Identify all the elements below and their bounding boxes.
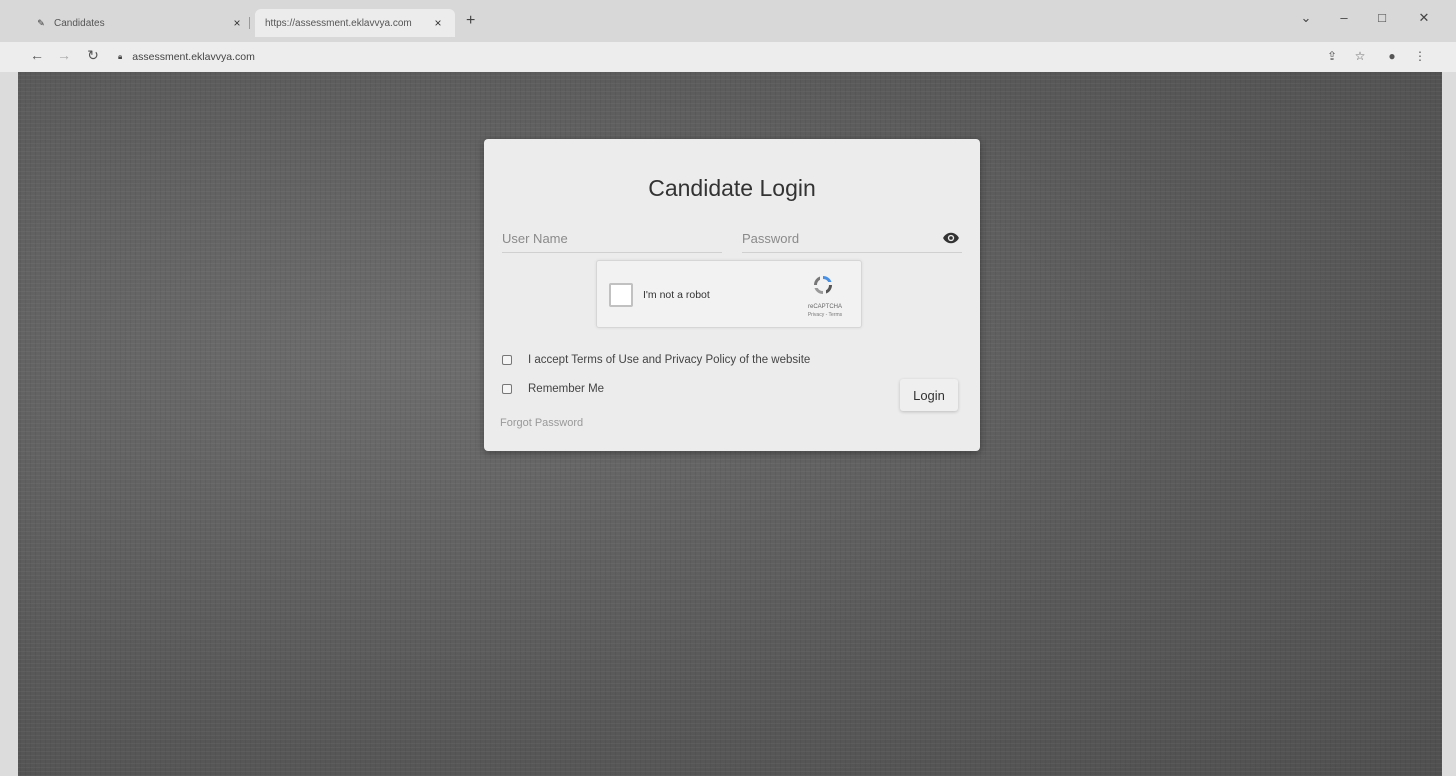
recaptcha-logo-icon bbox=[814, 276, 832, 294]
profile-icon[interactable]: ● bbox=[1384, 49, 1400, 63]
address-bar[interactable]: 🔒︎ assessment.eklavvya.com bbox=[118, 47, 1018, 67]
tab-candidates[interactable]: ✎ Candidates × bbox=[26, 9, 254, 37]
show-password-eye-icon[interactable] bbox=[942, 229, 960, 247]
recaptcha-checkbox[interactable] bbox=[609, 283, 633, 307]
browser-window: ✎ Candidates × https://assessment.eklavv… bbox=[0, 0, 1456, 776]
bookmark-star-icon[interactable]: ☆ bbox=[1352, 49, 1368, 63]
tab-close-icon[interactable]: × bbox=[431, 16, 445, 30]
page-edge-left bbox=[0, 72, 18, 776]
login-button[interactable]: Login bbox=[900, 379, 958, 411]
tab-title: https://assessment.eklavvya.com bbox=[265, 17, 412, 29]
new-tab-button[interactable]: + bbox=[466, 12, 475, 30]
tab-title: Candidates bbox=[54, 17, 105, 29]
remember-me-checkbox[interactable] bbox=[502, 384, 512, 394]
tab-separator bbox=[249, 17, 250, 29]
url-text: assessment.eklavvya.com bbox=[132, 51, 255, 63]
page-edge-right bbox=[1442, 72, 1456, 776]
page-favicon-icon: ✎ bbox=[37, 17, 45, 28]
recaptcha-brand: reCAPTCHA bbox=[807, 304, 842, 310]
recaptcha-widget: I'm not a robot reCAPTCHA Privacy - Term… bbox=[596, 260, 862, 328]
remember-me-row[interactable]: Remember Me bbox=[502, 383, 604, 395]
restore-button[interactable]: □ bbox=[1372, 10, 1392, 25]
tab-assessment[interactable]: https://assessment.eklavvya.com × bbox=[255, 9, 455, 37]
forgot-password-link[interactable]: Forgot Password bbox=[500, 417, 583, 429]
terms-label: I accept Terms of Use and Privacy Policy… bbox=[528, 354, 811, 366]
back-arrow-icon[interactable]: ← bbox=[28, 47, 46, 63]
close-window-button[interactable]: ✕ bbox=[1414, 10, 1434, 26]
page-viewport: Candidate Login I'm not a robot bbox=[0, 72, 1456, 776]
username-field[interactable] bbox=[502, 225, 722, 253]
password-field[interactable] bbox=[742, 225, 962, 253]
terms-checkbox[interactable] bbox=[502, 355, 512, 365]
recaptcha-label: I'm not a robot bbox=[643, 289, 710, 301]
remember-me-label: Remember Me bbox=[528, 383, 605, 395]
terms-checkbox-row[interactable]: I accept Terms of Use and Privacy Policy… bbox=[502, 354, 810, 366]
tab-strip: ✎ Candidates × https://assessment.eklavv… bbox=[0, 0, 1456, 42]
share-icon[interactable]: ⇪ bbox=[1324, 49, 1340, 63]
forward-arrow-icon[interactable]: → bbox=[55, 47, 73, 63]
recaptcha-privacy-links[interactable]: Privacy - Terms bbox=[795, 312, 855, 318]
tab-close-icon[interactable]: × bbox=[230, 16, 244, 30]
lock-icon: 🔒︎ bbox=[118, 52, 123, 61]
username-input[interactable] bbox=[502, 231, 722, 246]
address-bar-row: ← → ↻ 🔒︎ assessment.eklavvya.com ⇪ ☆ ● ⋮ bbox=[0, 42, 1456, 72]
reload-icon[interactable]: ↻ bbox=[84, 47, 102, 64]
tab-search-icon[interactable]: ⌄ bbox=[1296, 10, 1316, 26]
menu-kebab-icon[interactable]: ⋮ bbox=[1412, 49, 1428, 63]
password-input[interactable] bbox=[742, 231, 962, 246]
login-card: Candidate Login I'm not a robot bbox=[484, 139, 980, 451]
minimize-button[interactable]: – bbox=[1334, 10, 1354, 25]
page-title: Candidate Login bbox=[648, 175, 816, 201]
